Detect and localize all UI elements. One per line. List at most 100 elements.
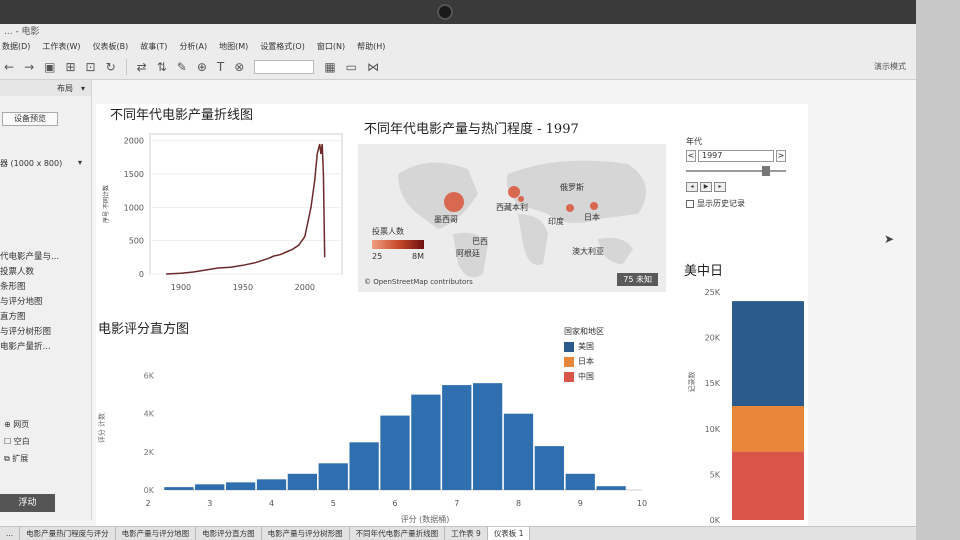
checkbox-box[interactable]: [686, 199, 694, 208]
menu-format[interactable]: 设置格式(O): [260, 41, 305, 52]
pin-icon[interactable]: ⊗: [234, 60, 244, 74]
stack-segment[interactable]: [732, 451, 804, 520]
unknown-badge[interactable]: 75 未知: [617, 273, 658, 286]
map-legend-min: 25: [372, 252, 383, 261]
sheet-item[interactable]: 投票人数: [0, 265, 59, 280]
sheet-tab[interactable]: 电影评分直方图: [196, 527, 262, 540]
world-map[interactable]: 俄罗斯 西藏本利 墨西哥 印度 日本 巴西 阿根廷 澳大利亚 投票人数 25 8…: [358, 144, 666, 292]
y-tick-label: 0: [139, 270, 144, 279]
slider-thumb[interactable]: [762, 166, 770, 176]
histogram-bar[interactable]: [256, 479, 287, 490]
window-title: ... - 电影: [0, 24, 916, 38]
sheet-tab[interactable]: 电影产量与评分树形图: [262, 527, 350, 540]
stack-segment[interactable]: [732, 406, 804, 452]
map-bubble[interactable]: [566, 204, 574, 212]
object-extension[interactable]: ⧉ 扩展: [4, 450, 30, 467]
histogram-bar[interactable]: [380, 415, 410, 490]
back-icon[interactable]: ←: [4, 60, 14, 74]
sheet-item[interactable]: 代电影产量与...: [0, 250, 59, 265]
year-prev-button[interactable]: <: [686, 150, 696, 162]
sheet-tab[interactable]: 工作表 9: [445, 527, 488, 540]
menu-story[interactable]: 故事(T): [140, 41, 167, 52]
histogram-bar[interactable]: [503, 413, 534, 490]
float-button[interactable]: 浮动: [0, 494, 55, 512]
forward-icon[interactable]: →: [24, 60, 34, 74]
sidebar-tab[interactable]: 布局 ▾: [0, 80, 91, 96]
stacked-bar-chart[interactable]: 0K 5K 10K 15K 20K 25K 记录数: [680, 282, 808, 528]
histogram-bar[interactable]: [195, 484, 225, 490]
object-blank[interactable]: ☐ 空白: [4, 433, 30, 450]
histogram-bar[interactable]: [225, 482, 256, 490]
year-next-button[interactable]: >: [776, 150, 786, 162]
country-legend: 国家和地区 美国 日本 中国: [564, 326, 604, 382]
sheet-item[interactable]: 直方图: [0, 310, 59, 325]
swap-icon[interactable]: ⇄: [137, 60, 147, 74]
sheet-tab[interactable]: 不同年代电影产量折线图: [350, 527, 446, 540]
sheet-tab-active[interactable]: 仪表板 1: [487, 527, 531, 540]
menu-window[interactable]: 窗口(N): [317, 41, 345, 52]
menu-analysis[interactable]: 分析(A): [179, 41, 207, 52]
histogram-bar[interactable]: [318, 463, 348, 490]
sheet-tab[interactable]: ...: [0, 527, 21, 540]
stack-segment[interactable]: [732, 301, 804, 406]
device-preview-button[interactable]: 设备预览: [2, 112, 58, 126]
laptop-bezel: [0, 0, 960, 24]
sheet-item[interactable]: 与评分地图: [0, 295, 59, 310]
menu-bar: 数据(D) 工作表(W) 仪表板(B) 故事(T) 分析(A) 地图(M) 设置…: [0, 38, 916, 54]
sheet-item[interactable]: 与评分树形图: [0, 325, 59, 340]
map-label: 日本: [584, 213, 600, 222]
sheet-tab[interactable]: 电影产量热门程度与评分: [20, 527, 116, 540]
x-tick-label: 4: [269, 499, 274, 508]
present-icon[interactable]: ▭: [346, 60, 357, 74]
map-bubble[interactable]: [444, 192, 464, 212]
add-datasource-icon[interactable]: ⊞: [65, 60, 75, 74]
histogram-bar[interactable]: [287, 473, 318, 490]
legend-item[interactable]: 日本: [564, 356, 604, 367]
menu-map[interactable]: 地图(M): [219, 41, 248, 52]
sheet-item[interactable]: 条形图: [0, 280, 59, 295]
y-tick-label: 5K: [710, 470, 721, 479]
line-chart[interactable]: 0 500 1000 1500 2000 1900 1950 2000 序号 不同计数: [98, 124, 346, 296]
legend-item[interactable]: 中国: [564, 371, 604, 382]
size-dropdown[interactable]: 器 (1000 x 800) ▾: [0, 158, 88, 169]
new-sheet-icon[interactable]: ⊡: [86, 60, 96, 74]
legend-item[interactable]: 美国: [564, 341, 604, 352]
year-select[interactable]: 1997: [698, 150, 774, 162]
sheet-tab[interactable]: 电影产量与评分地图: [116, 527, 197, 540]
group-icon[interactable]: ⊕: [197, 60, 207, 74]
map-bubble[interactable]: [590, 202, 598, 210]
menu-data[interactable]: 数据(D): [2, 41, 30, 52]
label-icon[interactable]: T: [217, 60, 224, 74]
histogram-bar[interactable]: [596, 486, 626, 490]
menu-dashboard[interactable]: 仪表板(B): [93, 41, 129, 52]
map-credit[interactable]: © OpenStreetMap contributors: [364, 278, 473, 286]
year-filter: 年代 < 1997 > ◂ ▶ ▸ 显示历史记录: [686, 136, 790, 209]
menu-worksheet[interactable]: 工作表(W): [42, 41, 80, 52]
play-icon[interactable]: ▶: [700, 182, 712, 192]
histogram-bar[interactable]: [411, 394, 441, 490]
histogram-bar[interactable]: [349, 442, 379, 490]
menu-help[interactable]: 帮助(H): [357, 41, 385, 52]
chart-icon[interactable]: ▦: [324, 60, 335, 74]
rewind-icon[interactable]: ◂: [686, 182, 698, 192]
year-slider[interactable]: [686, 166, 786, 176]
histogram-bar[interactable]: [164, 487, 194, 490]
sort-asc-icon[interactable]: ⇅: [157, 60, 167, 74]
history-checkbox[interactable]: 显示历史记录: [686, 198, 790, 209]
histogram-bar[interactable]: [565, 473, 595, 490]
histogram-bar[interactable]: [534, 446, 565, 490]
present-mode-button[interactable]: 演示模式: [874, 61, 916, 72]
refresh-icon[interactable]: ↻: [106, 60, 116, 74]
object-list: ⊕ 网页 ☐ 空白 ⧉ 扩展: [4, 416, 30, 467]
share-icon[interactable]: ⋈: [367, 60, 379, 74]
forward-icon[interactable]: ▸: [714, 182, 726, 192]
histogram-bar[interactable]: [442, 385, 472, 490]
object-webpage[interactable]: ⊕ 网页: [4, 416, 30, 433]
histogram-bar[interactable]: [472, 383, 503, 490]
fit-dropdown[interactable]: [254, 59, 315, 74]
y-axis-label: 记录数: [687, 372, 696, 393]
highlight-icon[interactable]: ✎: [177, 60, 187, 74]
save-icon[interactable]: ▣: [44, 60, 55, 74]
sheet-item[interactable]: 电影产量折...: [0, 340, 59, 355]
x-tick-label: 2: [145, 499, 150, 508]
